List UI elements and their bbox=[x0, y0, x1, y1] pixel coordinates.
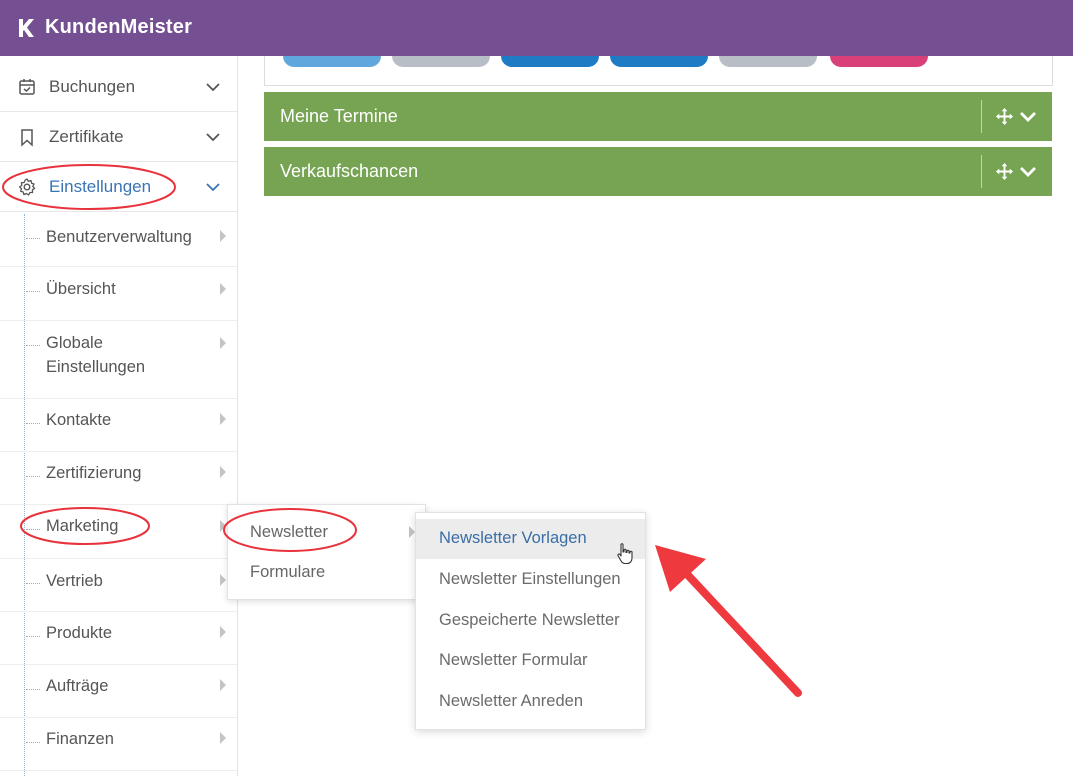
sidebar: Buchungen Zertifikate Einstellungen Benu… bbox=[0, 56, 238, 776]
menu-item-formulare[interactable]: Formulare bbox=[250, 563, 325, 582]
quick-action-button[interactable] bbox=[830, 56, 928, 67]
subnav-label: Kontakte bbox=[46, 411, 112, 429]
subnav-item-vertrieb[interactable]: Vertrieb bbox=[0, 559, 237, 612]
subnav-label: Produkte bbox=[46, 624, 113, 642]
subnav-item-kontakte[interactable]: Kontakte bbox=[0, 399, 237, 452]
newsletter-flyout-menu: Newsletter Vorlagen Newsletter Einstellu… bbox=[415, 512, 646, 730]
gear-icon bbox=[18, 177, 36, 196]
menu-item-newsletter-formular[interactable]: Newsletter Formular bbox=[416, 641, 645, 681]
caret-right-icon bbox=[220, 520, 226, 532]
tree-connector bbox=[26, 238, 40, 239]
panel-divider bbox=[981, 155, 982, 188]
menu-item-label: Gespeicherte Newsletter bbox=[439, 611, 620, 629]
subnav-item-marketing[interactable]: Marketing bbox=[0, 505, 237, 559]
subnav-item-produkte[interactable]: Produkte bbox=[0, 612, 237, 665]
subnav-label: Benutzerverwaltung bbox=[46, 228, 192, 246]
tree-connector bbox=[26, 529, 40, 530]
quick-action-button[interactable] bbox=[610, 56, 708, 67]
top-bar: KundenMeister bbox=[0, 0, 1073, 56]
subnav-item-zertifizierung[interactable]: Zertifizierung bbox=[0, 452, 237, 505]
menu-item-gespeicherte-newsletter[interactable]: Gespeicherte Newsletter bbox=[416, 601, 645, 641]
subnav-label: Zertifizierung bbox=[46, 464, 142, 482]
caret-right-icon bbox=[220, 574, 226, 586]
move-icon[interactable] bbox=[995, 107, 1014, 126]
sidebar-item-buchungen[interactable]: Buchungen bbox=[0, 62, 237, 112]
caret-right-icon bbox=[220, 283, 226, 295]
panel-title: Meine Termine bbox=[280, 106, 398, 126]
quick-action-button[interactable] bbox=[719, 56, 817, 67]
tree-connector bbox=[26, 476, 40, 477]
subnav-item-uebersicht[interactable]: Übersicht bbox=[0, 267, 237, 321]
caret-right-icon bbox=[220, 413, 226, 425]
chevron-down-icon[interactable] bbox=[1019, 163, 1037, 181]
menu-item-newsletter[interactable]: Newsletter bbox=[250, 523, 328, 542]
menu-item-label: Newsletter Vorlagen bbox=[439, 529, 587, 547]
menu-item-newsletter-vorlagen[interactable]: Newsletter Vorlagen bbox=[416, 519, 645, 559]
subnav-item-benutzerverwaltung[interactable]: Benutzerverwaltung bbox=[0, 214, 237, 267]
tree-connector bbox=[26, 345, 40, 346]
dashboard-card bbox=[264, 56, 1053, 86]
sidebar-item-zertifikate[interactable]: Zertifikate bbox=[0, 112, 237, 162]
chevron-down-icon bbox=[206, 82, 220, 91]
caret-right-icon bbox=[220, 626, 226, 638]
annotation-arrow-shaft bbox=[681, 568, 802, 697]
chevron-down-icon bbox=[206, 182, 220, 191]
subnav-item-globale-einstellungen[interactable]: Globale Einstellungen bbox=[0, 321, 237, 399]
panel-divider bbox=[981, 100, 982, 133]
sidebar-item-label: Einstellungen bbox=[49, 176, 152, 196]
menu-item-label: Newsletter Formular bbox=[439, 651, 588, 669]
menu-item-label: Newsletter Einstellungen bbox=[439, 570, 621, 588]
marketing-flyout-menu: Newsletter Formulare bbox=[227, 504, 426, 600]
quick-action-button[interactable] bbox=[501, 56, 599, 67]
menu-item-label: Newsletter Anreden bbox=[439, 692, 583, 710]
panel-title: Verkaufschancen bbox=[280, 161, 419, 181]
subnav-label: Finanzen bbox=[46, 730, 114, 748]
tree-connector bbox=[26, 291, 40, 292]
tree-connector bbox=[26, 583, 40, 584]
calendar-check-icon bbox=[19, 78, 35, 95]
sidebar-item-label: Zertifikate bbox=[49, 126, 124, 146]
menu-item-newsletter-anreden[interactable]: Newsletter Anreden bbox=[416, 682, 645, 722]
sidebar-item-einstellungen[interactable]: Einstellungen bbox=[0, 162, 237, 212]
bookmark-icon bbox=[21, 128, 33, 147]
sidebar-item-label: Buchungen bbox=[49, 76, 136, 96]
quick-action-button[interactable] bbox=[392, 56, 490, 67]
tree-connector bbox=[26, 689, 40, 690]
subnav-label: Marketing bbox=[46, 517, 119, 535]
caret-right-icon bbox=[220, 337, 226, 349]
tree-connector bbox=[26, 423, 40, 424]
caret-right-icon bbox=[220, 679, 226, 691]
tree-connector bbox=[26, 636, 40, 637]
subnav-label-line1: Globale bbox=[46, 334, 103, 352]
subnav-label-line2: Einstellungen bbox=[46, 358, 146, 376]
caret-right-icon bbox=[220, 732, 226, 744]
annotation-arrow-head bbox=[655, 545, 706, 592]
tree-connector bbox=[26, 742, 40, 743]
subnav-label: Übersicht bbox=[46, 280, 116, 298]
panel-meine-termine[interactable]: Meine Termine bbox=[264, 92, 1052, 141]
chevron-down-icon bbox=[206, 132, 220, 141]
move-icon[interactable] bbox=[995, 162, 1014, 181]
caret-right-icon bbox=[220, 466, 226, 478]
menu-item-newsletter-einstellungen[interactable]: Newsletter Einstellungen bbox=[416, 560, 645, 600]
chevron-down-icon[interactable] bbox=[1019, 108, 1037, 126]
subnav-label: Vertrieb bbox=[46, 572, 103, 590]
subnav-label: Aufträge bbox=[46, 677, 109, 695]
brand-name[interactable]: KundenMeister bbox=[45, 16, 192, 39]
subnav-item-auftraege[interactable]: Aufträge bbox=[0, 665, 237, 718]
subnav-item-finanzen[interactable]: Finanzen bbox=[0, 718, 237, 771]
panel-verkaufschancen[interactable]: Verkaufschancen bbox=[264, 147, 1052, 196]
caret-right-icon bbox=[220, 230, 226, 242]
quick-action-button[interactable] bbox=[283, 56, 381, 67]
brand-logo-icon[interactable] bbox=[14, 16, 38, 40]
